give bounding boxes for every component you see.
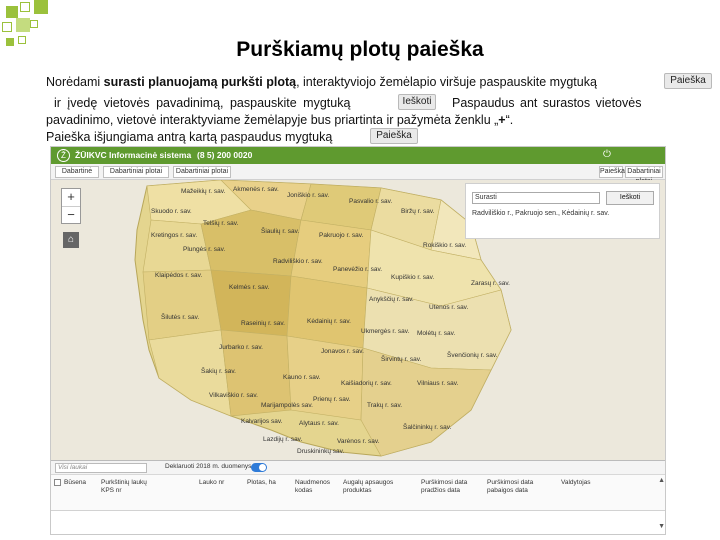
- map-search-result[interactable]: Radviliškio r., Pakruojo sen., Kėdainių …: [472, 210, 658, 217]
- tab-dabartiniai-plotai-2[interactable]: Dabartiniai plotai: [173, 166, 231, 178]
- region-label: Molėtų r. sav.: [417, 330, 456, 337]
- grid-header: Būsena Purkštinių laukų KPS nr Lauko nr …: [51, 475, 665, 511]
- instruction-line-2b: Paspaudus ant surastos vietovės: [452, 96, 642, 110]
- app-header: Ž ŽŪIKVC Informacinė sistema (8 5) 200 0…: [51, 147, 665, 164]
- region-label: Prienų r. sav.: [313, 396, 351, 403]
- region-label: Kėdainių r. sav.: [307, 318, 351, 325]
- grid-filter-toggle[interactable]: [251, 463, 267, 472]
- region-label: Jurbarko r. sav.: [219, 344, 263, 351]
- select-all-checkbox[interactable]: [54, 479, 61, 486]
- region-label: Klaipėdos r. sav.: [155, 272, 203, 279]
- scroll-down-icon[interactable]: ▼: [658, 523, 665, 530]
- scroll-up-icon[interactable]: ▲: [658, 477, 665, 484]
- zoom-control: + −: [61, 188, 81, 224]
- column-header[interactable]: Purškimosi data pradžios data: [421, 479, 485, 495]
- region-label: Jonavos r. sav.: [321, 348, 364, 355]
- region-label: Šalčininkų r. sav.: [403, 424, 452, 431]
- region-label: Kretingos r. sav.: [151, 232, 198, 239]
- zoom-in-button[interactable]: +: [62, 189, 80, 206]
- region-label: Rokiškio r. sav.: [423, 242, 467, 249]
- region-label: Šiaulių r. sav.: [261, 228, 300, 235]
- column-header[interactable]: Naudmenos kodas: [295, 479, 335, 495]
- tab-dabartine[interactable]: Dabartinė: [55, 166, 99, 178]
- column-header[interactable]: Lauko nr: [199, 479, 239, 487]
- tab-dabartiniai-plotai[interactable]: Dabartiniai plotai: [103, 166, 169, 178]
- map-search-panel: Surasti Ieškoti Radviliškio r., Pakruojo…: [465, 183, 660, 239]
- page-title: Purškiamų plotų paieška: [236, 38, 484, 61]
- region-label: Širvintų r. sav.: [381, 356, 422, 363]
- region-label: Kauno r. sav.: [283, 374, 321, 381]
- grid-search-input[interactable]: Visi laukai: [55, 463, 147, 473]
- tab-dabartiniai-plotai-right[interactable]: Dabartiniai plotai: [625, 166, 663, 185]
- region-label: Varėnos r. sav.: [337, 438, 380, 445]
- region-label: Anykščių r. sav.: [369, 296, 414, 303]
- region-label: Radviliškio r. sav.: [273, 258, 323, 265]
- power-icon[interactable]: ⏻: [603, 149, 611, 160]
- region-label: Mažeikių r. sav.: [181, 188, 226, 195]
- column-header[interactable]: Valdytojas: [561, 479, 621, 487]
- logo-icon: Ž: [57, 149, 70, 162]
- instruction-line-3: pavadinimo, vietovė interaktyviame žemėl…: [46, 113, 514, 127]
- region-label: Kelmės r. sav.: [229, 284, 270, 291]
- region-label: Švenčionių r. sav.: [447, 352, 498, 359]
- region-label: Ukmergės r. sav.: [361, 328, 410, 335]
- map-search-button[interactable]: Ieškoti: [606, 191, 654, 205]
- tab-paieska[interactable]: Paieška: [599, 166, 625, 178]
- region-label: Skuodo r. sav.: [151, 208, 192, 215]
- column-header[interactable]: Plotas, ha: [247, 479, 287, 487]
- region-label: Panevėžio r. sav.: [333, 266, 383, 273]
- region-label: Pasvalio r. sav.: [349, 198, 393, 205]
- region-label: Akmenės r. sav.: [233, 186, 279, 193]
- region-label: Marijampolės sav.: [261, 402, 313, 409]
- results-grid: Visi laukai Deklaruoti 2018 m. duomenys …: [51, 460, 665, 534]
- region-label: Telšių r. sav.: [203, 220, 239, 227]
- region-label: Plungės r. sav.: [183, 246, 226, 253]
- instruction-line-1: Norėdami surasti planuojamą purkšti plot…: [46, 75, 597, 89]
- region-label: Vilkaviškio r. sav.: [209, 392, 258, 399]
- region-label: Šakių r. sav.: [201, 368, 236, 375]
- region-label: Utenos r. sav.: [429, 304, 469, 311]
- zoom-out-button[interactable]: −: [62, 206, 80, 223]
- region-label: Trakų r. sav.: [367, 402, 403, 409]
- interactive-map[interactable]: Mažeikių r. sav. Akmenės r. sav. Joniški…: [51, 180, 665, 460]
- region-label: Kaišiadorių r. sav.: [341, 380, 392, 387]
- region-label: Joniškio r. sav.: [287, 192, 330, 199]
- ieskoti-button-image: Ieškoti: [398, 94, 436, 110]
- region-label: Alytaus r. sav.: [299, 420, 339, 427]
- region-label: Biržų r. sav.: [401, 208, 435, 215]
- paieska-button-image-2: Paieška: [370, 128, 418, 144]
- phone-number: (8 5) 200 0020: [197, 150, 253, 160]
- region-label: Vilniaus r. sav.: [417, 380, 459, 387]
- home-icon[interactable]: ⌂: [63, 232, 79, 248]
- region-label: Šilutės r. sav.: [161, 314, 200, 321]
- grid-filter-label: Deklaruoti 2018 m. duomenys: [165, 463, 252, 470]
- app-screenshot: Ž ŽŪIKVC Informacinė sistema (8 5) 200 0…: [50, 146, 666, 535]
- region-label: Raseinių r. sav.: [241, 320, 285, 327]
- grid-toolbar: Visi laukai Deklaruoti 2018 m. duomenys: [51, 461, 665, 475]
- column-header[interactable]: Purkštinių laukų KPS nr: [101, 479, 147, 495]
- region-label: Kupiškio r. sav.: [391, 274, 435, 281]
- column-header[interactable]: Purškimosi data pabaigos data: [487, 479, 551, 495]
- paieska-button-image: Paieška: [664, 73, 712, 89]
- region-label: Druskininkų sav.: [297, 448, 345, 455]
- region-label: Kalvarijos sav.: [241, 418, 283, 425]
- app-tabs: Dabartinė Dabartiniai plotai Dabartiniai…: [51, 164, 665, 185]
- column-header[interactable]: Būsena: [64, 479, 98, 487]
- region-label: Zarasų r. sav.: [471, 280, 510, 287]
- map-search-input[interactable]: Surasti: [472, 192, 600, 204]
- region-label: Lazdijų r. sav.: [263, 436, 303, 443]
- region-label: Pakruojo r. sav.: [319, 232, 364, 239]
- system-name: ŽŪIKVC Informacinė sistema: [75, 150, 192, 160]
- column-header[interactable]: Augalų apsaugos produktas: [343, 479, 399, 495]
